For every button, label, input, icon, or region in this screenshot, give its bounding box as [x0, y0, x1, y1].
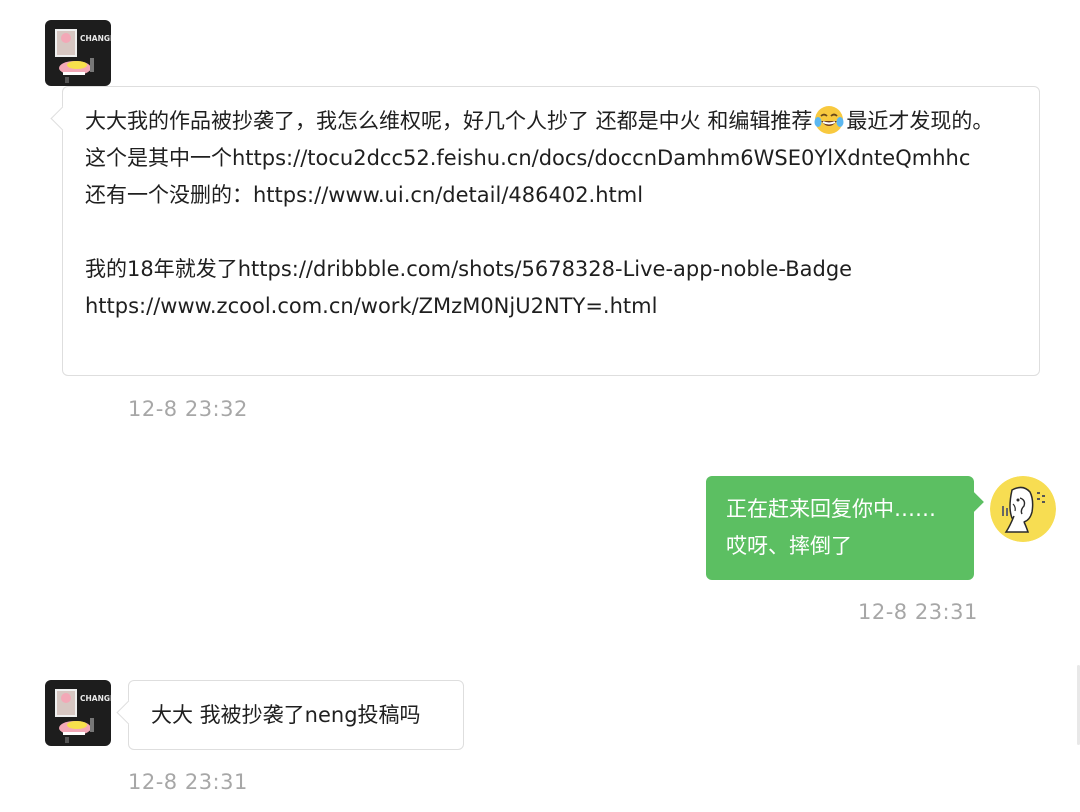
message-timestamp: 12-8 23:32 — [128, 397, 248, 421]
message-line: 大大我的作品被抄袭了，我怎么维权呢，好几个人抄了 还都是中火 和编辑推荐 最近才… — [85, 103, 1017, 140]
svg-text:CHANGE: CHANGE — [80, 34, 111, 43]
message-line: 正在赶来回复你中…… — [726, 497, 936, 521]
message-line: 大大 我被抄袭了neng投稿吗 — [151, 703, 421, 727]
message-link-line[interactable]: 我的18年就发了https://dribbble.com/shots/56783… — [85, 251, 1017, 288]
message-link-line[interactable]: 还有一个没删的：https://www.ui.cn/detail/486402.… — [85, 177, 1017, 214]
message-line: 哎呀、摔倒了 — [726, 534, 852, 558]
sender-avatar[interactable]: CHANGE — [45, 20, 111, 86]
message-bubble-incoming[interactable]: .b1::before{top:23px;} 大大我的作品被抄袭了，我怎么维权呢… — [62, 86, 1040, 376]
message-bubble-outgoing[interactable]: 正在赶来回复你中…… 哎呀、摔倒了 — [706, 476, 974, 580]
message-link-line[interactable]: 这个是其中一个https://tocu2dcc52.feishu.cn/docs… — [85, 140, 1017, 177]
svg-text:CHANGE: CHANGE — [80, 694, 111, 703]
my-avatar[interactable] — [990, 476, 1056, 542]
sender-avatar[interactable]: CHANGE — [45, 680, 111, 746]
laughing-crying-emoji-icon — [814, 106, 844, 134]
message-timestamp: 12-8 23:31 — [128, 770, 248, 794]
message-bubble-incoming[interactable]: 大大 我被抄袭了neng投稿吗 — [128, 680, 464, 750]
message-timestamp: 12-8 23:31 — [858, 600, 978, 624]
message-link-line[interactable]: https://www.zcool.com.cn/work/ZMzM0NjU2N… — [85, 288, 1017, 325]
